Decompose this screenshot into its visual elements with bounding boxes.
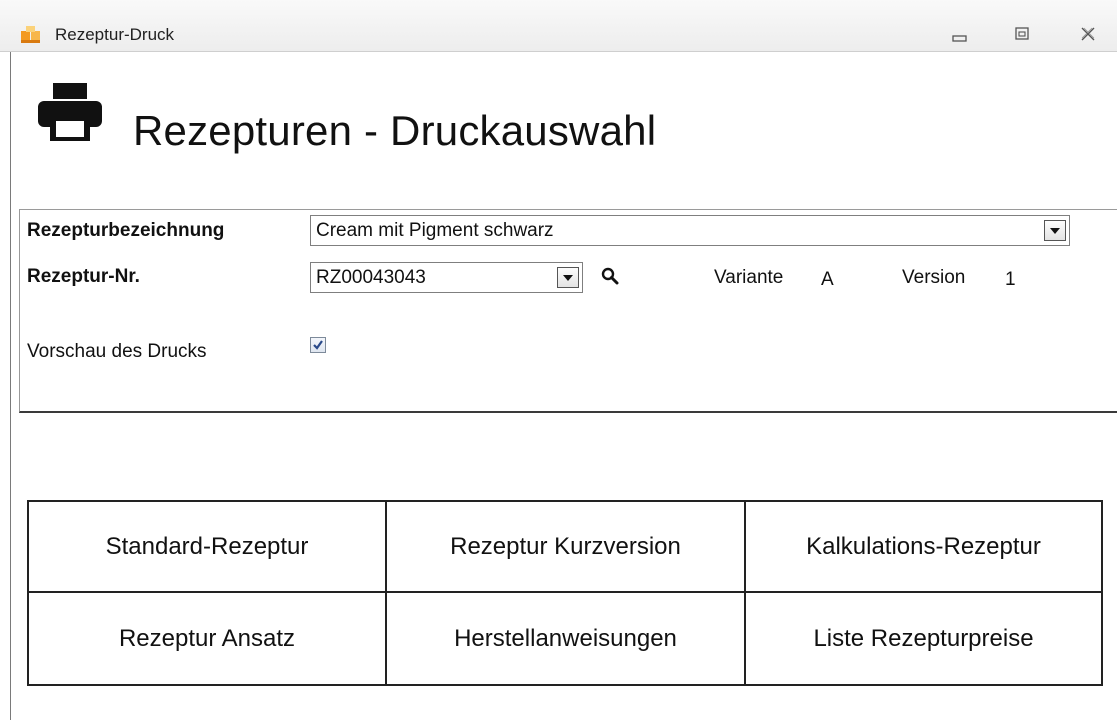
- print-preview-label: Vorschau des Drucks: [27, 341, 207, 362]
- manufacturing-instructions-button[interactable]: Herstellanweisungen: [387, 593, 746, 684]
- maximize-button[interactable]: [1009, 22, 1035, 46]
- chevron-down-icon: [1050, 228, 1060, 234]
- recipe-number-label: Rezeptur-Nr.: [27, 266, 140, 287]
- recipe-name-select[interactable]: Cream mit Pigment schwarz: [310, 215, 1070, 246]
- rezeptur-druck-window: Rezeptur-Druck Rezepturen - Druckauswahl…: [0, 0, 1117, 720]
- recipe-batch-button[interactable]: Rezeptur Ansatz: [29, 593, 387, 684]
- close-button[interactable]: [1075, 22, 1101, 46]
- app-icon: [21, 26, 40, 43]
- minimize-icon: [952, 35, 967, 42]
- title-bar: Rezeptur-Druck: [0, 0, 1117, 52]
- minimize-button[interactable]: [947, 22, 973, 46]
- version-label: Version: [902, 267, 966, 288]
- checkmark-icon: [313, 340, 323, 350]
- recipe-form-panel: Rezepturbezeichnung Cream mit Pigment sc…: [19, 209, 1117, 413]
- recipe-number-select[interactable]: RZ00043043: [310, 262, 583, 293]
- page-title: Rezepturen - Druckauswahl: [133, 107, 657, 155]
- maximize-icon: [1015, 27, 1029, 40]
- recipe-name-value: Cream mit Pigment schwarz: [316, 220, 554, 241]
- window-content: Rezepturen - Druckauswahl Rezepturbezeic…: [10, 52, 1117, 720]
- calculation-recipe-button[interactable]: Kalkulations-Rezeptur: [746, 502, 1101, 593]
- print-options-grid: Standard-Rezeptur Rezeptur Kurzversion K…: [27, 500, 1103, 686]
- chevron-down-icon: [563, 275, 573, 281]
- recipe-number-value: RZ00043043: [316, 267, 426, 288]
- recipe-number-dropdown-button[interactable]: [557, 267, 579, 288]
- variant-label: Variante: [714, 267, 784, 288]
- recipe-name-dropdown-button[interactable]: [1044, 220, 1066, 241]
- recipe-price-list-button[interactable]: Liste Rezepturpreise: [746, 593, 1101, 684]
- window-title: Rezeptur-Druck: [55, 25, 175, 44]
- print-preview-checkbox[interactable]: [310, 337, 326, 353]
- search-icon[interactable]: [601, 267, 619, 285]
- recipe-short-version-button[interactable]: Rezeptur Kurzversion: [387, 502, 746, 593]
- standard-recipe-button[interactable]: Standard-Rezeptur: [29, 502, 387, 593]
- recipe-name-label: Rezepturbezeichnung: [27, 220, 225, 241]
- close-icon: [1081, 27, 1095, 41]
- variant-value: A: [821, 269, 834, 290]
- printer-icon: [38, 83, 102, 141]
- version-value: 1: [1005, 269, 1016, 290]
